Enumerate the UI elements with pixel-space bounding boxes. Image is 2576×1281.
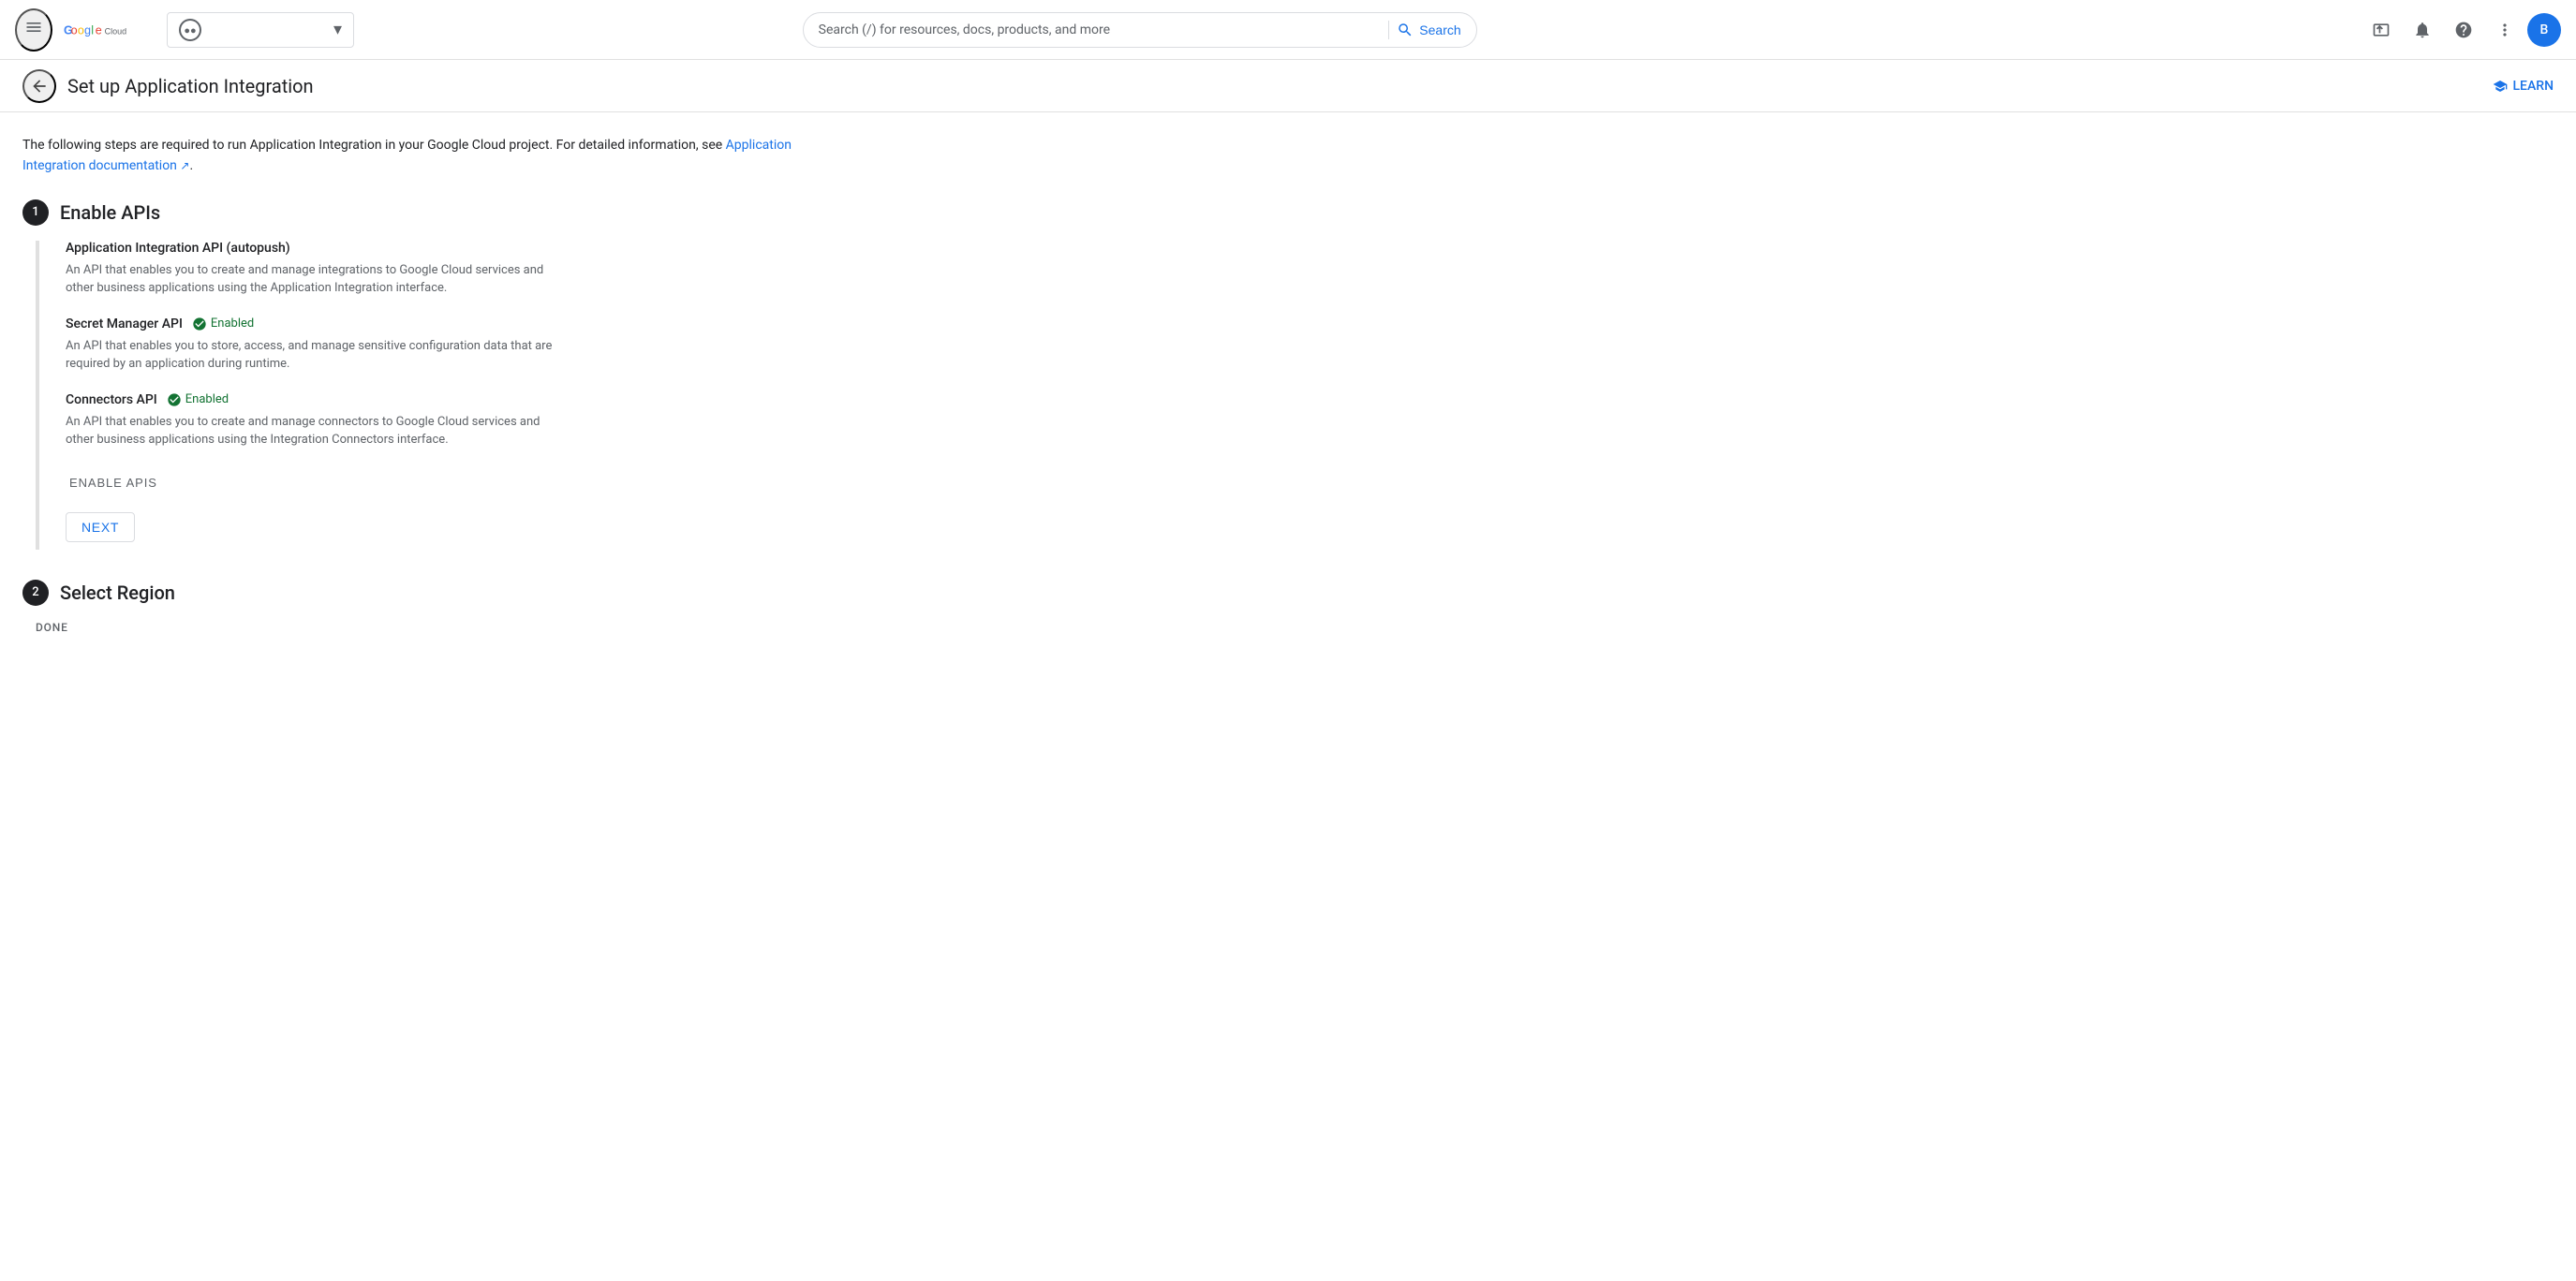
help-icon [2454,21,2473,39]
svg-text:●●: ●● [184,25,196,37]
more-options-icon-button[interactable] [2486,11,2524,49]
api-desc-0: An API that enables you to create and ma… [66,261,553,298]
external-link-icon: ↗ [180,159,189,172]
project-selector[interactable]: ●● ▾ [167,12,354,48]
enabled-badge-1: Enabled [192,317,254,331]
notifications-icon-button[interactable] [2404,11,2441,49]
done-label: DONE [36,621,821,634]
search-placeholder-text: Search (/) for resources, docs, products… [819,22,1382,37]
enabled-label-1: Enabled [211,317,254,331]
step-1-buttons: ENABLE APIS [66,468,821,497]
subheader: Set up Application Integration LEARN [0,60,2576,112]
check-circle-icon-2 [167,392,182,407]
api-name-2: Connectors API [66,392,157,407]
step-1-badge: 1 [22,199,49,226]
svg-text:e: e [96,23,102,37]
api-desc-1: An API that enables you to store, access… [66,337,553,374]
step-2-badge: 2 [22,580,49,606]
enabled-label-2: Enabled [185,392,229,406]
google-cloud-logo: G o o g l e Cloud [64,17,148,43]
enable-apis-button[interactable]: ENABLE APIS [66,468,161,497]
nav-actions: B [2362,11,2561,49]
step-1-content: Application Integration API (autopush) A… [36,241,821,550]
search-button[interactable]: Search [1397,22,1460,38]
notifications-icon [2413,21,2432,39]
check-circle-icon-1 [192,317,207,331]
top-navigation: G o o g l e Cloud ●● ▾ Search (/) for re… [0,0,2576,60]
back-button[interactable] [22,69,56,103]
terminal-icon-button[interactable] [2362,11,2400,49]
project-avatar: ●● [179,19,201,41]
search-icon [1397,22,1414,38]
intro-text-after: . [189,158,193,173]
search-button-label: Search [1419,22,1460,37]
api-name-1: Secret Manager API [66,317,183,331]
svg-text:o: o [71,23,78,37]
step-2-title: Select Region [60,582,175,604]
svg-text:g: g [84,23,91,37]
step-2-section: 2 Select Region [22,580,821,606]
learn-label: LEARN [2513,79,2554,94]
api-name-row-0: Application Integration API (autopush) [66,241,821,256]
dropdown-arrow-icon: ▾ [333,20,342,39]
step-1-next-row: NEXT [66,512,821,542]
intro-text-before: The following steps are required to run … [22,138,726,153]
step-2-header: 2 Select Region [22,580,821,606]
svg-text:l: l [91,23,94,37]
page-title: Set up Application Integration [67,75,314,97]
terminal-icon [2372,21,2391,39]
arrow-back-icon [30,77,49,96]
help-icon-button[interactable] [2445,11,2482,49]
svg-text:o: o [78,23,84,37]
enabled-badge-2: Enabled [167,392,229,407]
api-item-1: Secret Manager API Enabled An API that e… [66,317,821,374]
main-content: The following steps are required to run … [0,112,843,671]
svg-text:Cloud: Cloud [105,26,127,36]
api-item-2: Connectors API Enabled An API that enabl… [66,392,821,449]
intro-paragraph: The following steps are required to run … [22,135,821,177]
learn-button[interactable]: LEARN [2493,79,2554,94]
api-name-row-2: Connectors API Enabled [66,392,821,407]
user-avatar[interactable]: B [2527,13,2561,47]
api-desc-2: An API that enables you to create and ma… [66,413,553,449]
more-vert-icon [2495,21,2514,39]
step-1-header: 1 Enable APIs [22,199,821,226]
api-item-0: Application Integration API (autopush) A… [66,241,821,298]
search-bar[interactable]: Search (/) for resources, docs, products… [803,12,1477,48]
step-1-title: Enable APIs [60,201,160,224]
search-divider [1388,21,1389,39]
next-button[interactable]: NEXT [66,512,135,542]
learn-icon [2493,79,2508,94]
api-name-row-1: Secret Manager API Enabled [66,317,821,331]
menu-icon[interactable] [15,8,52,52]
api-name-0: Application Integration API (autopush) [66,241,290,256]
